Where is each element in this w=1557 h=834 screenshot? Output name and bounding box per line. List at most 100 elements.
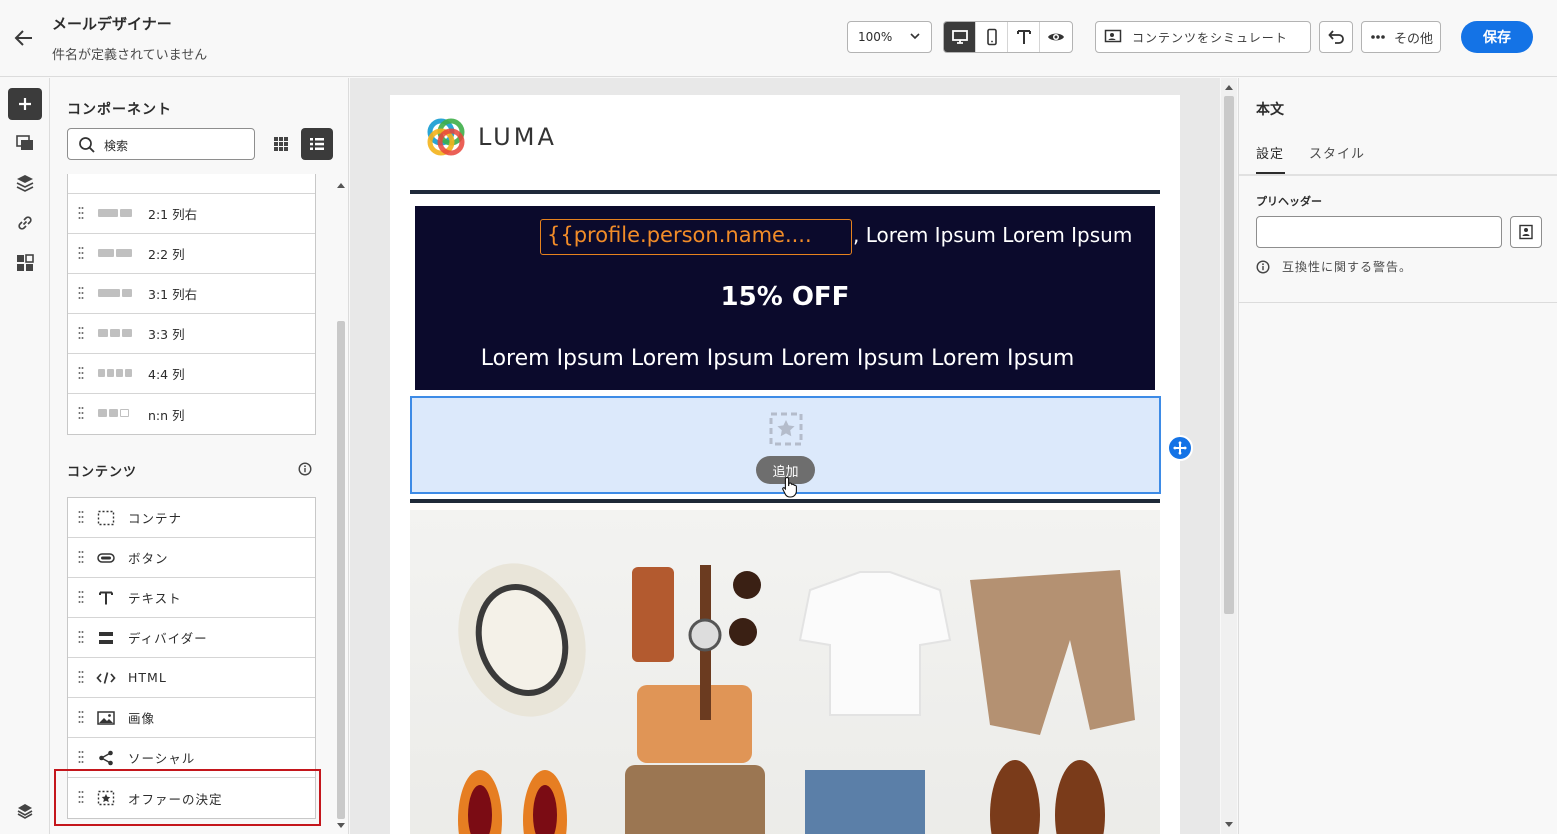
columns-3-1-right-icon xyxy=(98,289,132,297)
learn-icon xyxy=(17,804,33,819)
tab-settings[interactable]: 設定 xyxy=(1256,143,1284,162)
offer-drop-zone[interactable]: 追加 xyxy=(410,396,1193,498)
more-button[interactable]: その他 xyxy=(1361,21,1441,53)
content-label: HTML xyxy=(128,670,167,685)
canvas-scroll-thumb[interactable] xyxy=(1224,96,1234,614)
divider-top[interactable] xyxy=(410,190,1160,194)
assets-rail-button[interactable] xyxy=(8,127,42,159)
structure-label: 2:2 列 xyxy=(148,247,185,262)
personalization-icon xyxy=(1519,224,1533,240)
structure-label: n:n 列 xyxy=(148,407,185,423)
preheader-label: プリヘッダー xyxy=(1256,195,1322,208)
luma-logo-icon xyxy=(427,118,465,156)
add-row-handle[interactable] xyxy=(1167,435,1193,461)
link-icon xyxy=(18,216,32,230)
mobile-view-button[interactable] xyxy=(976,22,1008,52)
desktop-view-button[interactable] xyxy=(944,22,976,52)
hero-greeting[interactable]: , Lorem Ipsum Lorem Ipsum xyxy=(853,223,1132,247)
page-title: メールデザイナー xyxy=(52,15,172,33)
email-body[interactable]: LUMA {{profile.person.name.... , Lorem I… xyxy=(390,95,1193,834)
search-input[interactable]: 検索 xyxy=(67,128,255,160)
columns-4-4-icon xyxy=(98,369,132,377)
grip-icon xyxy=(78,631,84,643)
structure-item-n-n[interactable]: n:n 列 xyxy=(68,394,315,434)
content-item-button[interactable]: ボタン xyxy=(68,538,315,578)
structure-label: 3:3 列 xyxy=(148,327,185,342)
grip-icon xyxy=(78,327,84,339)
back-arrow-icon[interactable] xyxy=(12,26,36,50)
hero-offer[interactable]: 15% OFF xyxy=(415,282,1155,312)
divider-bottom[interactable] xyxy=(410,499,1160,503)
help-rail-button[interactable] xyxy=(8,794,42,826)
grip-icon xyxy=(78,367,84,379)
content-label: 画像 xyxy=(128,711,156,726)
list-icon xyxy=(310,138,324,150)
text-icon xyxy=(1016,30,1031,44)
content-item-text[interactable]: テキスト xyxy=(68,578,315,618)
content-label: ボタン xyxy=(128,551,169,566)
content-item-html[interactable]: HTML xyxy=(68,658,315,698)
columns-2-1-right-icon xyxy=(98,209,132,217)
grip-icon xyxy=(78,711,84,723)
structure-label: 3:1 列右 xyxy=(148,287,198,302)
components-panel: コンポーネント 検索 2:1 列右 2:2 列 3:1 列右 3:3 列 4:4… xyxy=(51,78,349,834)
grip-icon xyxy=(78,591,84,603)
content-item-container[interactable]: コンテナ xyxy=(68,498,315,538)
scroll-up-arrow-icon[interactable] xyxy=(337,182,345,188)
links-rail-button[interactable] xyxy=(8,207,42,239)
structure-item-2-1-right[interactable]: 2:1 列右 xyxy=(68,194,315,234)
structure-item-4-4[interactable]: 4:4 列 xyxy=(68,354,315,394)
content-item-divider[interactable]: ディバイダー xyxy=(68,618,315,658)
grid-icon xyxy=(274,137,288,151)
list-view-toggle[interactable] xyxy=(301,128,333,160)
chevron-down-icon xyxy=(910,33,920,40)
preview-button[interactable] xyxy=(1040,22,1072,52)
products-illustration xyxy=(458,563,1135,834)
undo-button[interactable] xyxy=(1319,21,1353,53)
grid-view-toggle[interactable] xyxy=(265,128,297,160)
hero-banner[interactable]: {{profile.person.name.... , Lorem Ipsum … xyxy=(415,206,1155,390)
text-icon xyxy=(96,589,116,607)
luma-logo[interactable]: LUMA xyxy=(426,117,557,157)
grip-icon xyxy=(78,407,84,419)
structure-item-3-3[interactable]: 3:3 列 xyxy=(68,314,315,354)
properties-panel: 本文 設定 スタイル プリヘッダー 互換性に関する警告。 xyxy=(1238,78,1557,834)
grip-icon xyxy=(78,511,84,523)
structure-item-2-2[interactable]: 2:2 列 xyxy=(68,234,315,274)
structure-list: 2:1 列右 2:2 列 3:1 列右 3:3 列 4:4 列 n:n 列 xyxy=(67,174,316,435)
code-icon xyxy=(96,669,116,687)
personalization-token[interactable]: {{profile.person.name.... xyxy=(540,219,852,255)
canvas-scrollbar[interactable] xyxy=(1221,78,1237,834)
view-mode-group xyxy=(943,21,1073,53)
content-label: コンテナ xyxy=(128,511,183,526)
tab-style[interactable]: スタイル xyxy=(1309,143,1365,162)
structure-item-3-1-right[interactable]: 3:1 列右 xyxy=(68,274,315,314)
info-icon xyxy=(1256,259,1270,274)
content-item-image[interactable]: 画像 xyxy=(68,698,315,738)
grip-icon xyxy=(78,207,84,219)
zoom-select[interactable]: 100% xyxy=(847,21,932,53)
eye-icon xyxy=(1048,33,1064,41)
scroll-up-arrow-icon[interactable] xyxy=(1225,84,1233,90)
simulate-content-button[interactable]: コンテンツをシミュレート xyxy=(1095,21,1311,53)
preheader-input[interactable] xyxy=(1256,216,1502,248)
layers-rail-button[interactable] xyxy=(8,167,42,199)
list-item-partial[interactable] xyxy=(68,174,315,194)
text-view-button[interactable] xyxy=(1008,22,1040,52)
undo-icon xyxy=(1328,30,1344,44)
scroll-down-arrow-icon[interactable] xyxy=(1225,822,1233,828)
desktop-icon xyxy=(951,30,968,44)
components-rail-button[interactable] xyxy=(8,88,42,120)
fragments-rail-button[interactable] xyxy=(8,247,42,279)
personalization-button[interactable] xyxy=(1510,216,1542,248)
assets-icon xyxy=(16,135,33,150)
info-icon[interactable] xyxy=(298,462,312,476)
content-label: ディバイダー xyxy=(128,631,208,646)
scroll-down-arrow-icon[interactable] xyxy=(337,823,345,829)
products-image[interactable] xyxy=(410,510,1160,834)
hero-body[interactable]: Lorem Ipsum Lorem Ipsum Lorem Ipsum Lore… xyxy=(415,346,1140,371)
components-scrollbar[interactable] xyxy=(335,178,347,834)
scroll-thumb[interactable] xyxy=(337,321,345,819)
save-button[interactable]: 保存 xyxy=(1461,21,1533,53)
compat-warning[interactable]: 互換性に関する警告。 xyxy=(1256,258,1412,275)
